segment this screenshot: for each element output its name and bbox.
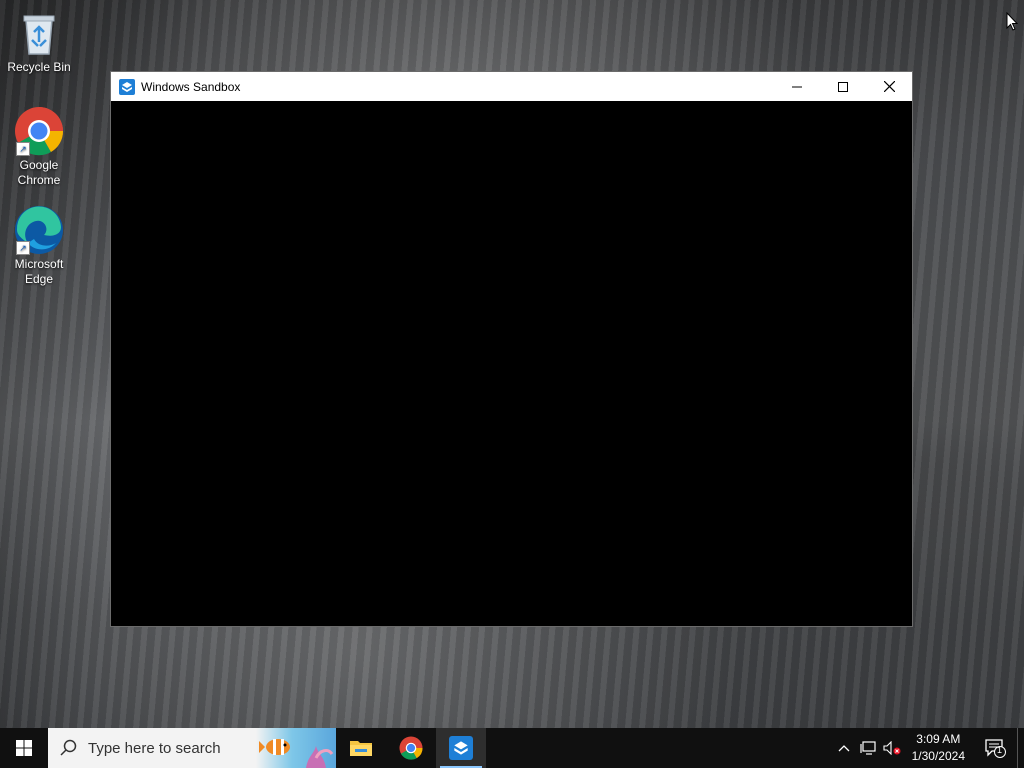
network-icon xyxy=(860,741,876,755)
desktop-icon-label: Recycle Bin xyxy=(7,60,71,74)
search-placeholder: Type here to search xyxy=(88,739,221,757)
taskbar-clock[interactable]: 3:09 AM 1/30/2024 xyxy=(904,731,973,765)
notification-count: 1 xyxy=(997,745,1003,755)
clock-date: 1/30/2024 xyxy=(911,749,965,763)
close-icon xyxy=(883,81,895,92)
chevron-up-icon xyxy=(838,745,850,752)
desktop-icon-recycle-bin[interactable]: Recycle Bin xyxy=(1,8,77,75)
desktop-icon-google-chrome[interactable]: ↗ Google Chrome xyxy=(1,106,77,188)
show-desktop-button[interactable] xyxy=(1017,728,1024,768)
sandbox-icon xyxy=(449,736,473,760)
search-highlight-illustration xyxy=(256,728,336,768)
sandbox-window[interactable]: Windows Sandbox xyxy=(110,71,913,627)
taskbar-file-explorer[interactable] xyxy=(336,728,386,768)
shortcut-arrow-icon: ↗ xyxy=(16,142,30,156)
window-title: Windows Sandbox xyxy=(141,79,241,94)
recycle-bin-icon xyxy=(14,8,64,58)
volume-button[interactable] xyxy=(880,728,904,768)
system-tray: 3:09 AM 1/30/2024 1 xyxy=(832,728,1024,768)
mouse-cursor-icon xyxy=(1006,11,1019,37)
maximize-button[interactable] xyxy=(820,72,866,101)
clock-time: 3:09 AM xyxy=(916,732,961,746)
desktop-icon-label: Microsoft Edge xyxy=(14,257,64,286)
speaker-muted-icon xyxy=(883,741,901,755)
search-icon xyxy=(60,739,77,756)
close-button[interactable] xyxy=(866,72,912,101)
minimize-icon xyxy=(792,86,802,87)
notification-icon xyxy=(985,739,1006,758)
maximize-icon xyxy=(838,81,848,92)
windows-logo-icon xyxy=(16,740,32,756)
shortcut-arrow-icon: ↗ xyxy=(16,241,30,255)
chrome-icon xyxy=(399,736,423,760)
minimize-button[interactable] xyxy=(774,72,820,101)
taskbar-google-chrome[interactable] xyxy=(386,728,436,768)
desktop-icon-microsoft-edge[interactable]: ↗ Microsoft Edge xyxy=(1,205,77,287)
edge-icon: ↗ xyxy=(14,205,64,255)
action-center-button[interactable]: 1 xyxy=(973,728,1017,768)
taskbar: Type here to search 3:09 AM 1/30/2024 1 xyxy=(0,728,1024,768)
folder-icon xyxy=(350,741,372,756)
sandbox-icon xyxy=(119,78,135,95)
start-button[interactable] xyxy=(0,728,48,768)
taskbar-windows-sandbox[interactable] xyxy=(436,728,486,768)
network-button[interactable] xyxy=(856,728,880,768)
show-hidden-icons-button[interactable] xyxy=(832,728,856,768)
sandbox-content-area[interactable] xyxy=(111,101,912,626)
chrome-icon: ↗ xyxy=(14,106,64,156)
desktop-icon-label: Google Chrome xyxy=(17,158,61,187)
taskbar-search-box[interactable]: Type here to search xyxy=(48,728,336,768)
window-titlebar[interactable]: Windows Sandbox xyxy=(111,72,912,101)
